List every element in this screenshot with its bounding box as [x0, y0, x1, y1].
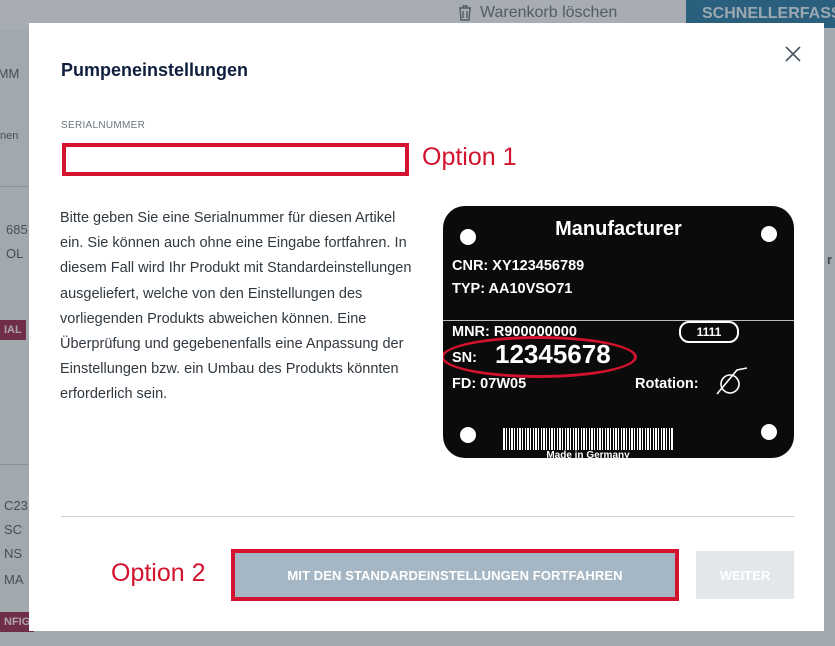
plate-hole [761, 424, 777, 440]
plate-cnr: CNR: XY123456789 [452, 258, 585, 274]
serial-number-label: SERIALNUMMER [61, 120, 146, 131]
option-2-annotation: Option 2 [111, 559, 206, 587]
plate-fd: FD: 07W05 [452, 376, 527, 392]
close-icon [785, 46, 801, 62]
rotation-icon [716, 367, 748, 395]
plate-manufacturer: Manufacturer [555, 218, 682, 240]
modal-divider [61, 516, 794, 517]
nameplate-image: Manufacturer CNR: XY123456789 TYP: AA10V… [443, 206, 794, 458]
option-1-annotation: Option 1 [422, 143, 517, 171]
next-button[interactable]: WEITER [696, 551, 794, 599]
serial-number-input[interactable] [62, 143, 409, 176]
plate-barcode [503, 428, 673, 450]
close-button[interactable] [781, 42, 805, 66]
plate-typ: TYP: AA10VSO71 [452, 281, 573, 297]
plate-made-in: Made in Germany [546, 450, 630, 458]
description-text: Bitte geben Sie eine Serialnummer für di… [60, 210, 412, 403]
sn-highlight-oval [443, 336, 637, 378]
continue-with-defaults-button[interactable]: MIT DEN STANDARDEINSTELLUNGEN FORTFAHREN [231, 549, 679, 601]
plate-mnr-box: 1111 [679, 321, 739, 343]
plate-hole [460, 427, 476, 443]
pump-settings-modal: Pumpeneinstellungen SERIALNUMMER Option … [29, 23, 824, 631]
plate-rotation: Rotation: [635, 376, 699, 392]
plate-separator [443, 320, 794, 321]
modal-title: Pumpeneinstellungen [61, 60, 249, 80]
